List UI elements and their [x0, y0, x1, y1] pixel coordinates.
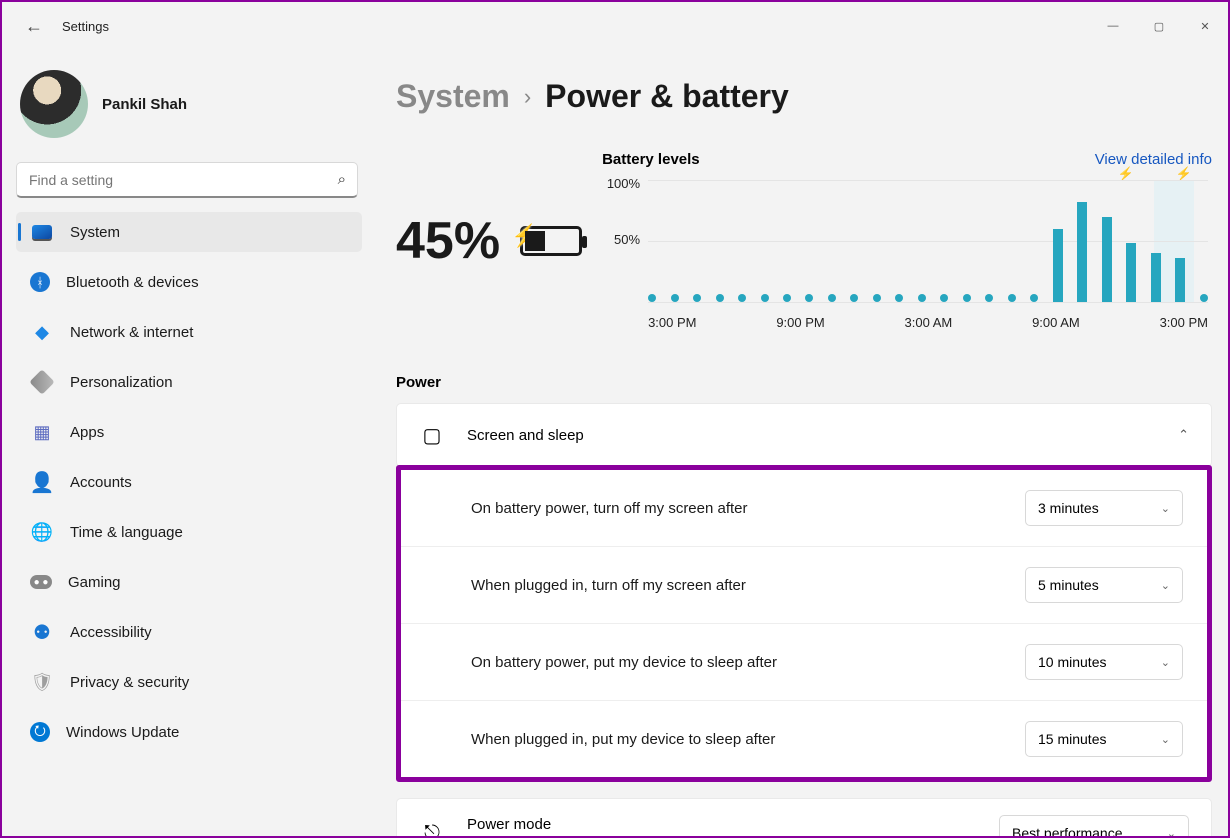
- setting-row: On battery power, put my device to sleep…: [401, 623, 1207, 700]
- power-mode-dropdown[interactable]: Best performance⌄: [999, 815, 1189, 836]
- page-title: Power & battery: [545, 78, 789, 115]
- nav-gaming[interactable]: ● ● Gaming: [16, 562, 362, 602]
- setting-label: On battery power, turn off my screen aft…: [471, 500, 748, 517]
- breadcrumb-parent[interactable]: System: [396, 78, 510, 115]
- maximize-button[interactable]: ▢: [1136, 10, 1182, 42]
- user-name: Pankil Shah: [102, 96, 187, 113]
- setting-row: When plugged in, put my device to sleep …: [401, 700, 1207, 777]
- chevron-down-icon: ⌄: [1161, 733, 1170, 746]
- battery-levels-title: Battery levels: [602, 151, 700, 168]
- nav-accessibility[interactable]: ⚉ Accessibility: [16, 612, 362, 652]
- nav-label: System: [70, 224, 120, 241]
- nav-system[interactable]: System: [16, 212, 362, 252]
- nav-apps[interactable]: ▦ Apps: [16, 412, 362, 452]
- battery-chart: ⚡⚡ 100% 50% 3:00 PM: [602, 180, 1212, 330]
- chevron-down-icon: ⌄: [1161, 656, 1170, 669]
- power-mode-subtitle: Optimize your device based on power use …: [467, 835, 811, 836]
- chevron-up-icon: ⌃: [1178, 427, 1189, 443]
- battery-percent: 45%: [396, 211, 500, 271]
- x-tick: 3:00 AM: [905, 315, 953, 330]
- clock-icon: 🌐: [30, 520, 54, 544]
- highlighted-region: On battery power, turn off my screen aft…: [396, 465, 1212, 782]
- chart-bars: [648, 180, 1208, 302]
- refresh-icon: ⭮: [30, 722, 50, 742]
- screen-sleep-title: Screen and sleep: [467, 427, 584, 444]
- power-mode-icon: ⎋: [419, 820, 445, 836]
- system-icon: [30, 220, 54, 244]
- setting-row: When plugged in, turn off my screen afte…: [401, 546, 1207, 623]
- nav-label: Personalization: [70, 374, 173, 391]
- shield-icon: 🛡: [30, 670, 54, 694]
- nav-label: Time & language: [70, 524, 183, 541]
- screen-battery-dropdown[interactable]: 3 minutes⌄: [1025, 490, 1183, 526]
- nav-personalization[interactable]: Personalization: [16, 362, 362, 402]
- x-tick: 9:00 AM: [1032, 315, 1080, 330]
- avatar: [20, 70, 88, 138]
- nav-label: Apps: [70, 424, 104, 441]
- nav-privacy[interactable]: 🛡 Privacy & security: [16, 662, 362, 702]
- chevron-down-icon: ⌄: [1161, 579, 1170, 592]
- setting-label: When plugged in, put my device to sleep …: [471, 731, 775, 748]
- back-button[interactable]: ←: [20, 12, 48, 40]
- nav-label: Gaming: [68, 574, 121, 591]
- nav-label: Network & internet: [70, 324, 193, 341]
- accessibility-icon: ⚉: [30, 620, 54, 644]
- nav-update[interactable]: ⭮ Windows Update: [16, 712, 362, 752]
- power-section-label: Power: [396, 374, 1212, 391]
- y-tick: 100%: [607, 176, 640, 191]
- breadcrumb: System › Power & battery: [396, 78, 1212, 115]
- sleep-battery-dropdown[interactable]: 10 minutes⌄: [1025, 644, 1183, 680]
- screen-plugged-dropdown[interactable]: 5 minutes⌄: [1025, 567, 1183, 603]
- wifi-icon: ◆: [30, 320, 54, 344]
- screen-icon: ▢: [419, 422, 445, 448]
- nav-label: Windows Update: [66, 724, 179, 741]
- setting-label: On battery power, put my device to sleep…: [471, 654, 777, 671]
- app-title: Settings: [62, 19, 109, 34]
- chevron-down-icon: ⌄: [1161, 502, 1170, 515]
- nav-time[interactable]: 🌐 Time & language: [16, 512, 362, 552]
- gamepad-icon: ● ●: [30, 575, 52, 589]
- battery-icon: ⚡: [520, 226, 582, 256]
- brush-icon: [30, 370, 54, 394]
- nav-label: Bluetooth & devices: [66, 274, 199, 291]
- power-mode-row[interactable]: ⎋ Power mode Optimize your device based …: [396, 798, 1212, 836]
- user-profile[interactable]: Pankil Shah: [16, 64, 362, 156]
- nav-accounts[interactable]: 👤 Accounts: [16, 462, 362, 502]
- x-tick: 9:00 PM: [776, 315, 824, 330]
- close-button[interactable]: ✕: [1182, 10, 1228, 42]
- nav-bluetooth[interactable]: ᚼ Bluetooth & devices: [16, 262, 362, 302]
- apps-icon: ▦: [30, 420, 54, 444]
- sleep-plugged-dropdown[interactable]: 15 minutes⌄: [1025, 721, 1183, 757]
- setting-label: When plugged in, turn off my screen afte…: [471, 577, 746, 594]
- nav-network[interactable]: ◆ Network & internet: [16, 312, 362, 352]
- person-icon: 👤: [30, 470, 54, 494]
- nav-label: Accessibility: [70, 624, 152, 641]
- minimize-button[interactable]: —: [1090, 10, 1136, 42]
- x-tick: 3:00 PM: [648, 315, 696, 330]
- bluetooth-icon: ᚼ: [30, 272, 50, 292]
- search-icon: ⌕: [338, 171, 346, 188]
- x-tick: 3:00 PM: [1160, 315, 1208, 330]
- search-input[interactable]: [16, 162, 358, 198]
- chevron-right-icon: ›: [524, 84, 531, 110]
- screen-sleep-expander[interactable]: ▢ Screen and sleep ⌃: [397, 404, 1211, 466]
- setting-row: On battery power, turn off my screen aft…: [401, 470, 1207, 546]
- nav-label: Privacy & security: [70, 674, 189, 691]
- power-mode-title: Power mode: [467, 816, 811, 833]
- nav-label: Accounts: [70, 474, 132, 491]
- y-tick: 50%: [614, 232, 640, 247]
- chevron-down-icon: ⌄: [1167, 827, 1176, 837]
